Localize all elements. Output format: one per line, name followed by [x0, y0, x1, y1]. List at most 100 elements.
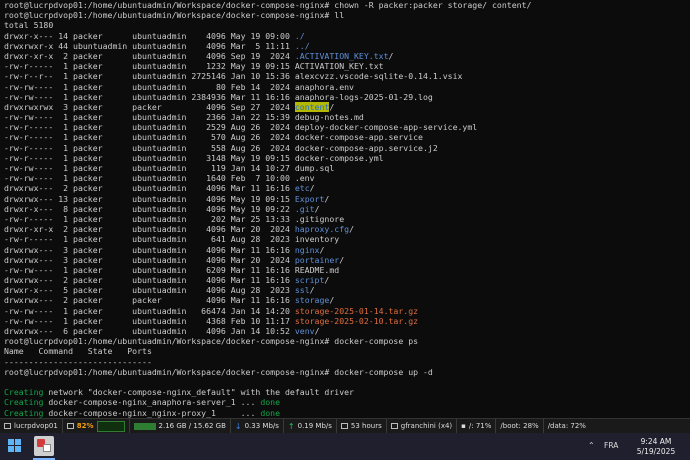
terminal-line: -rw-r----- 1 packer ubuntuadmin 558 Aug …	[0, 143, 690, 153]
terminal-text: content	[294, 101, 330, 112]
terminal-line: -rw-rw---- 1 packer ubuntuadmin 2384936 …	[0, 92, 690, 102]
terminal-text: haproxy.cfg	[294, 224, 350, 235]
terminal-text: ./	[294, 30, 305, 41]
terminal-text: -rw-r----- 1 packer ubuntuadmin 1232 May…	[4, 61, 384, 72]
terminal-line: -rw-r----- 1 packer ubuntuadmin 202 Mar …	[0, 214, 690, 224]
terminal-line: Creating docker-compose-nginx_nginx-prox…	[0, 408, 690, 418]
status-disk-root: ▪ /: 71%	[457, 419, 497, 433]
terminal-text: -rw-r----- 1 packer ubuntuadmin 570 Aug …	[4, 132, 423, 143]
terminal-text: docker-compose-nginx_anaphora-server_1 .…	[43, 397, 261, 408]
terminal-text: /	[324, 193, 330, 204]
terminal-text: -rw-rw---- 1 packer ubuntuadmin 2384936 …	[4, 91, 433, 102]
terminal-text: /	[309, 285, 315, 296]
chevron-up-icon[interactable]: ⌃	[588, 441, 595, 450]
cpu-icon	[66, 423, 74, 429]
terminal-line: drwxr-x--- 8 packer ubuntuadmin 4096 May…	[0, 204, 690, 214]
terminal-line: -rw-r----- 1 packer ubuntuadmin 1232 May…	[0, 61, 690, 71]
terminal-line: -rw-r----- 1 packer ubuntuadmin 570 Aug …	[0, 132, 690, 142]
download-arrow-icon: ↓	[234, 421, 242, 431]
terminal-line: -rw-r--r-- 1 packer ubuntuadmin 2725146 …	[0, 71, 690, 81]
terminal-line: root@lucrpdvop01:/home/ubuntuadmin/Works…	[0, 10, 690, 20]
terminal-text: /	[329, 101, 335, 112]
terminal-text: -rw-rw---- 1 packer ubuntuadmin 80 Feb 1…	[4, 81, 354, 92]
terminal-text: drwxrwx--- 2 packer ubuntuadmin 4096 Mar…	[4, 275, 295, 286]
terminal-line: -rw-rw---- 1 packer ubuntuadmin 6209 Mar…	[0, 265, 690, 275]
terminal-text: -rw-rw---- 1 packer ubuntuadmin 6209 Mar…	[4, 264, 340, 275]
terminal-line: drwxrwxrwx 3 packer packer 4096 Sep 27 2…	[0, 101, 690, 112]
terminal-text: Export	[294, 193, 325, 204]
download-label: 0.33 Mb/s	[244, 422, 279, 430]
terminal-text: root@lucrpdvop01:/home/ubuntuadmin/Works…	[4, 0, 532, 10]
system-clock[interactable]: 9:24 AM 5/19/2025	[628, 437, 684, 457]
terminal-text: /	[324, 275, 330, 286]
status-user: gfranchini (x4)	[387, 419, 458, 433]
terminal-text: drwxrwx--- 2 packer packer 4096 Mar 11 1…	[4, 295, 295, 306]
terminal-text: .ACTIVATION_KEY.txt	[294, 50, 389, 61]
terminal-text: /	[339, 254, 345, 265]
terminal-line: Name Command State Ports	[0, 346, 690, 356]
terminal-text: portainer	[294, 254, 340, 265]
terminal-text: root@lucrpdvop01:/home/ubuntuadmin/Works…	[4, 10, 345, 21]
status-download: ↓ 0.33 Mb/s	[231, 419, 284, 433]
terminal-line: -rw-rw---- 1 packer ubuntuadmin 66474 Ja…	[0, 306, 690, 316]
terminal-text: /	[309, 183, 315, 194]
terminal-line: drwxrwx--- 13 packer ubuntuadmin 4096 Ma…	[0, 194, 690, 204]
terminal-text: storage-2025-01-14.tar.gz	[294, 305, 419, 316]
terminal-text: storage	[294, 295, 330, 306]
terminal-text: Creating	[4, 397, 44, 408]
terminal-line: total 5180	[0, 20, 690, 30]
terminal-line: ------------------------------	[0, 357, 690, 367]
terminal-line: drwxr-xr-x 2 packer ubuntuadmin 4096 Mar…	[0, 224, 690, 234]
terminal-line: drwxrwx--- 3 packer ubuntuadmin 4096 Mar…	[0, 255, 690, 265]
terminal-line: -rw-r----- 1 packer ubuntuadmin 2529 Aug…	[0, 122, 690, 132]
terminal-text: drwxrwxrwx 3 packer packer 4096 Sep 27 2…	[4, 101, 295, 112]
status-host: lucrpdvop01	[0, 419, 63, 433]
terminal-text: script	[294, 275, 325, 286]
terminal-text: ssl	[294, 285, 310, 296]
terminal-line: drwxrwx--- 2 packer ubuntuadmin 4096 Mar…	[0, 275, 690, 285]
terminal-window[interactable]: root@lucrpdvop01:/home/ubuntuadmin/Works…	[0, 0, 690, 418]
terminal-text: drwxr-x--- 14 packer ubuntuadmin 4096 Ma…	[4, 30, 295, 41]
terminal-text: storage-2025-02-10.tar.gz	[294, 315, 419, 326]
language-indicator[interactable]: FRA	[604, 441, 618, 450]
remote-desktop-app-icon[interactable]	[34, 436, 54, 456]
taskbar: ⌃ FRA 9:24 AM 5/19/2025	[0, 433, 690, 460]
clock-date: 5/19/2025	[636, 447, 676, 456]
terminal-text: ../	[294, 40, 310, 51]
terminal-text: total 5180	[4, 20, 54, 31]
terminal-text: done	[260, 397, 281, 408]
upload-label: 0.19 Mb/s	[297, 422, 332, 430]
terminal-text: drwxr-x--- 8 packer ubuntuadmin 4096 May…	[4, 203, 295, 214]
status-uptime: 53 hours	[337, 419, 387, 433]
terminal-line: -rw-rw---- 1 packer ubuntuadmin 4368 Feb…	[0, 316, 690, 326]
terminal-line: drwxr-xr-x 2 packer ubuntuadmin 4096 Sep…	[0, 51, 690, 61]
terminal-text: -rw-r--r-- 1 packer ubuntuadmin 2725146 …	[4, 71, 463, 82]
terminal-text: /	[314, 203, 320, 214]
disk-icon: ▪	[461, 422, 466, 430]
terminal-text: drwxrwx--- 3 packer ubuntuadmin 4096 Mar…	[4, 254, 295, 265]
disk-data-label: /data: 72%	[547, 422, 586, 430]
terminal-text: venv	[294, 326, 315, 336]
terminal-text: -rw-r----- 1 packer ubuntuadmin 558 Aug …	[4, 142, 438, 153]
terminal-text: -rw-r----- 1 packer ubuntuadmin 3148 May…	[4, 152, 384, 163]
terminal-text: drwxr-xr-x 2 packer ubuntuadmin 4096 Sep…	[4, 50, 295, 61]
terminal-line: Creating docker-compose-nginx_anaphora-s…	[0, 397, 690, 407]
terminal-text: Creating	[4, 387, 44, 398]
terminal-text: -rw-rw---- 1 packer ubuntuadmin 2366 Jan…	[4, 112, 364, 123]
terminal-text: drwxr-xr-x 2 packer ubuntuadmin 4096 Mar…	[4, 224, 295, 235]
terminal-line: drwxrwx--- 2 packer ubuntuadmin 4096 Mar…	[0, 183, 690, 193]
terminal-line: root@lucrpdvop01:/home/ubuntuadmin/Works…	[0, 367, 690, 377]
terminal-text: -rw-r----- 1 packer ubuntuadmin 202 Mar …	[4, 213, 345, 224]
status-ram: 2.16 GB / 15.62 GB	[130, 419, 231, 433]
terminal-text: drwxrwx--- 13 packer ubuntuadmin 4096 Ma…	[4, 193, 295, 204]
clock-icon	[340, 423, 348, 429]
cpu-label: 82%	[76, 422, 94, 430]
monitor-icon	[4, 423, 11, 429]
terminal-text: -rw-rw---- 1 packer ubuntuadmin 4368 Feb…	[4, 315, 295, 326]
terminal-text: etc	[294, 183, 310, 194]
terminal-text: Name Command State Ports	[4, 346, 152, 357]
windows-start-icon[interactable]	[8, 439, 22, 453]
user-icon	[390, 423, 398, 429]
terminal-line: -rw-rw---- 1 packer ubuntuadmin 1640 Feb…	[0, 173, 690, 183]
